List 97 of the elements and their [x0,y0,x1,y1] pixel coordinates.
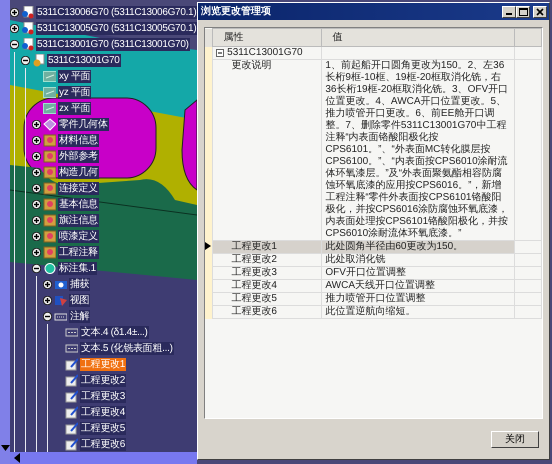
tree-item[interactable]: xy 平面 [58,70,92,82]
geometric-set-icon [43,134,56,146]
scroll-down-icon[interactable] [1,444,10,452]
expand-icon[interactable] [32,200,41,208]
tree-item[interactable]: 工程更改4 [80,406,126,418]
collapse-icon[interactable] [216,49,224,57]
collapse-icon[interactable] [10,40,19,48]
property-name[interactable]: 工程更改1 [212,240,322,254]
property-name[interactable]: 工程更改2 [212,254,322,266]
tree-item[interactable]: 连接定义 [58,182,99,194]
tree-item[interactable]: 5311C13001G70 [47,54,121,66]
note-edit-icon [65,406,78,418]
geometric-set-icon [43,214,56,226]
column-header: 值 [322,28,515,46]
tree-item[interactable]: 工程更改2 [80,374,126,386]
tree-item[interactable]: 外部参考 [58,150,99,162]
tree-item[interactable]: zx 平面 [58,102,92,114]
tree-item[interactable]: 5311C13001G70 (5311C13001G70) [36,38,190,50]
group-label: 5311C13001G70 [227,47,303,59]
tree-item[interactable]: 视图 [69,294,90,306]
tree-item[interactable]: 工程更改6 [80,438,126,450]
property-name[interactable]: 工程更改6 [212,306,322,318]
view-icon [54,294,67,306]
tree-item[interactable]: 5311C13005G70 (5311C13005G70.1) [36,22,198,34]
tree-item[interactable]: 工程更改5 [80,422,126,434]
property-value: 此处圆角半径由60更改为150。 [322,240,515,254]
expand-icon[interactable] [32,232,41,240]
expand-icon[interactable] [10,24,19,32]
property-value: 此位置逆航向缩短。 [322,306,515,318]
tree-item[interactable]: 文本.5 (化铣表面粗...) [80,342,174,354]
tree-item[interactable]: 工程注释 [58,246,99,258]
assembly-icon [21,38,34,50]
expand-icon[interactable] [32,216,41,224]
expand-icon[interactable] [32,184,41,192]
property-name[interactable]: 工程更改3 [212,266,322,280]
part-icon [32,54,45,66]
plane-icon [43,86,56,98]
geometric-set-icon [43,246,56,258]
geometric-set-icon [43,230,56,242]
tree-item[interactable]: 零件几何体 [58,118,109,130]
text-note-icon [65,326,78,338]
property-value: OFV开口位置调整 [322,266,515,280]
property-value: 推力喷管开口位置调整 [322,292,515,306]
expand-icon[interactable] [32,248,41,256]
body-icon [43,118,56,130]
assembly-icon [21,6,34,18]
tree-item[interactable]: 注解 [69,310,90,322]
window-title: 浏览更改管理项 [201,4,271,19]
plane-icon [43,70,56,82]
tree-item[interactable]: 标注集.1 [58,262,97,274]
row-pointer-icon [205,242,211,250]
close-icon [536,8,544,16]
note-edit-icon [65,438,78,450]
expand-icon[interactable] [10,8,19,16]
collapse-icon[interactable] [21,56,30,64]
minimize-button[interactable] [502,6,516,18]
property-name: 更改说明 [212,60,322,240]
expand-icon[interactable] [32,152,41,160]
geometric-set-icon [43,150,56,162]
tree-item[interactable]: 材料信息 [58,134,99,146]
expand-icon[interactable] [32,136,41,144]
tree-item[interactable]: 工程更改3 [80,390,126,402]
close-button[interactable]: 关闭 [491,430,539,448]
collapse-icon[interactable] [32,264,41,272]
geometric-set-icon [43,166,56,178]
tree-item[interactable]: 捕获 [69,278,90,290]
expand-icon[interactable] [32,168,41,176]
geometric-set-icon [43,182,56,194]
tree-item[interactable]: 构造几何 [58,166,99,178]
expand-icon[interactable] [43,296,52,304]
tree-item[interactable]: 文本.4 (δ1.4±...) [80,326,149,338]
geometric-set-icon [43,198,56,210]
property-name[interactable]: 工程更改4 [212,280,322,292]
tree-item[interactable]: 喷漆定义 [58,230,99,242]
property-name[interactable]: 工程更改5 [212,292,322,306]
tree-item[interactable]: 5311C13006G70 (5311C13006G70.1) [36,6,198,18]
tree-item[interactable]: yz 平面 [58,86,92,98]
note-edit-icon [65,390,78,402]
property-value: 此处取消化铣 [322,254,515,266]
property-value: AWCA天线开口位置调整 [322,280,515,292]
note-edit-icon [65,374,78,386]
tree-item[interactable]: 基本信息 [58,198,99,210]
maximize-icon [518,8,528,16]
scroll-left-icon[interactable] [13,453,21,463]
minimize-icon [506,13,512,15]
maximize-button[interactable] [516,6,530,18]
collapse-icon[interactable] [43,312,52,320]
plane-icon [43,102,56,114]
note-edit-icon [65,358,78,370]
tree-item[interactable]: 旗注信息 [58,214,99,226]
column-header: 属性 [212,28,322,46]
expand-icon[interactable] [32,120,41,128]
text-note-icon [65,342,78,354]
note-edit-icon [65,422,78,434]
assembly-icon [21,22,34,34]
close-button[interactable] [533,6,547,18]
expand-icon[interactable] [43,280,52,288]
